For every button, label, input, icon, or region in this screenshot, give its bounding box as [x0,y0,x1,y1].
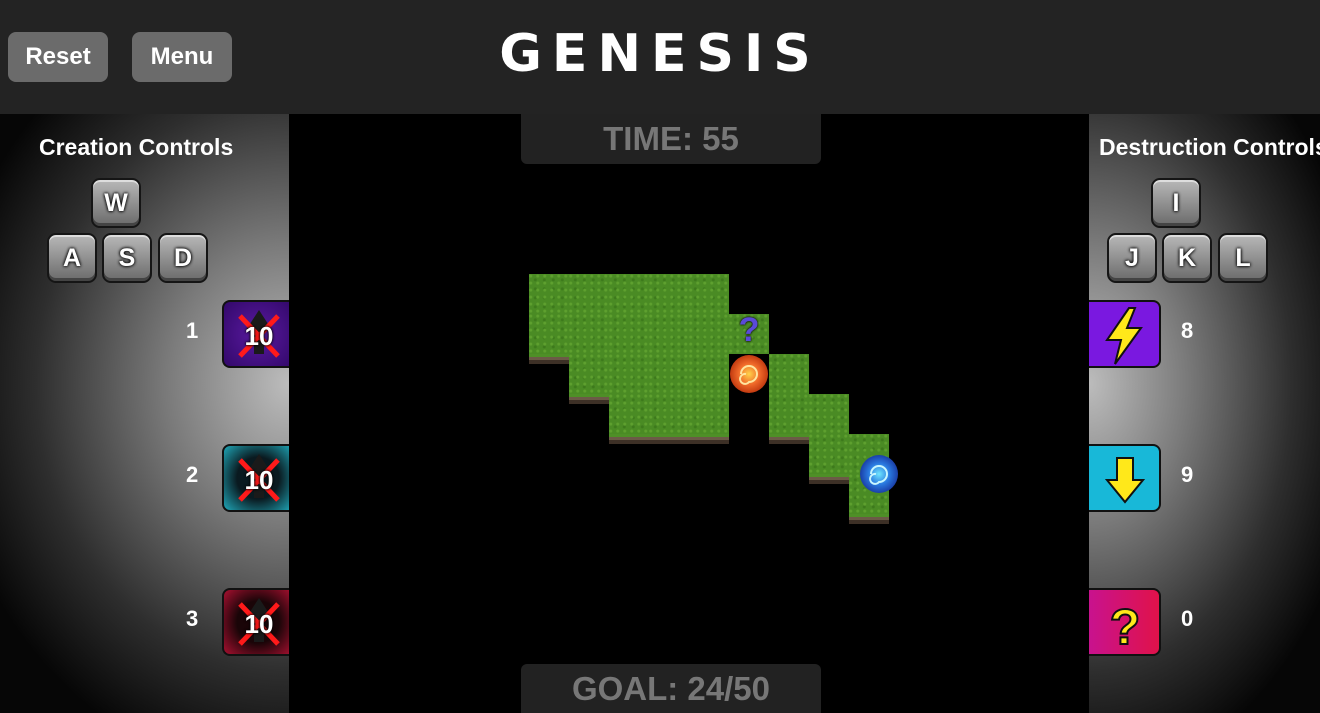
question-icon: ? [1109,598,1142,655]
question-marker[interactable]: ? [729,310,769,350]
destruction-slot-8-number: 8 [1181,318,1194,343]
creation-slot-2-count: 10 [244,464,274,495]
key-w[interactable]: W [91,178,141,228]
grass-tile [689,274,729,314]
dirt-edge [809,474,849,484]
key-l[interactable]: L [1218,233,1268,283]
key-a[interactable]: A [47,233,97,283]
game-title: GENESIS [499,24,821,84]
creation-slot-2-card[interactable]: 10 [222,444,292,512]
key-i[interactable]: I [1151,178,1201,228]
arrow-down-icon [1104,457,1146,504]
svg-text:?: ? [1110,599,1141,655]
grass-tile [649,354,689,394]
grass-tile [689,394,729,434]
grass-tile [569,354,609,394]
destruction-panel: Destruction Controls I J K L 8 9 ? 0 [1089,114,1320,713]
destruction-slot-0-card[interactable]: ? [1089,588,1161,656]
dirt-edge [569,394,609,404]
creation-slot-3-count: 10 [244,608,274,639]
key-k[interactable]: K [1162,233,1212,283]
creation-slot-3-card[interactable]: 10 [222,588,292,656]
destruction-slot-8-card[interactable] [1089,300,1161,368]
grass-tile [569,274,609,314]
grass-tile [569,314,609,354]
creation-slot-1-count: 10 [244,320,274,351]
grass-tile [809,394,849,434]
dirt-edge [649,434,689,444]
goal-display: GOAL: 24/50 [521,664,821,713]
grass-tile [609,274,649,314]
creation-slot-2-number: 2 [186,462,199,487]
key-s[interactable]: S [102,233,152,283]
key-d[interactable]: D [158,233,208,283]
destruction-slot-0-number: 0 [1181,606,1194,631]
grass-tile [689,354,729,394]
creation-panel: Creation Controls W A S D 1 10 2 10 3 10 [0,114,292,713]
grass-tile [809,434,849,474]
grass-tile [769,394,809,434]
grass-tile [529,274,569,314]
water-orb-icon[interactable] [859,454,899,494]
time-display: TIME: 55 [521,114,821,164]
dirt-edge [849,514,889,524]
grass-tile [529,314,569,354]
dirt-edge [769,434,809,444]
header-bar: Reset Menu GENESIS [0,0,1320,114]
grass-tile [609,314,649,354]
destruction-controls-title: Destruction Controls [1099,134,1320,160]
fire-orb-icon[interactable] [729,354,769,394]
destruction-slot-9-number: 9 [1181,462,1194,487]
grass-tile [609,354,649,394]
lightning-icon [1105,307,1143,365]
dirt-edge [689,434,729,444]
dirt-edge [609,434,649,444]
creation-slot-3-number: 3 [186,606,199,631]
grass-tile [649,394,689,434]
grass-tile [649,314,689,354]
creation-slot-1-number: 1 [186,318,199,343]
grass-tile [689,314,729,354]
key-j[interactable]: J [1107,233,1157,283]
dirt-edge [529,354,569,364]
grass-tile [609,394,649,434]
creation-controls-title: Creation Controls [39,134,234,160]
grass-tile [649,274,689,314]
game-board[interactable]: TIME: 55 GOAL: 24/50 ? [289,114,1089,713]
creation-slot-1-card[interactable]: 10 [222,300,292,368]
destruction-slot-9-card[interactable] [1089,444,1161,512]
grass-tile [769,354,809,394]
